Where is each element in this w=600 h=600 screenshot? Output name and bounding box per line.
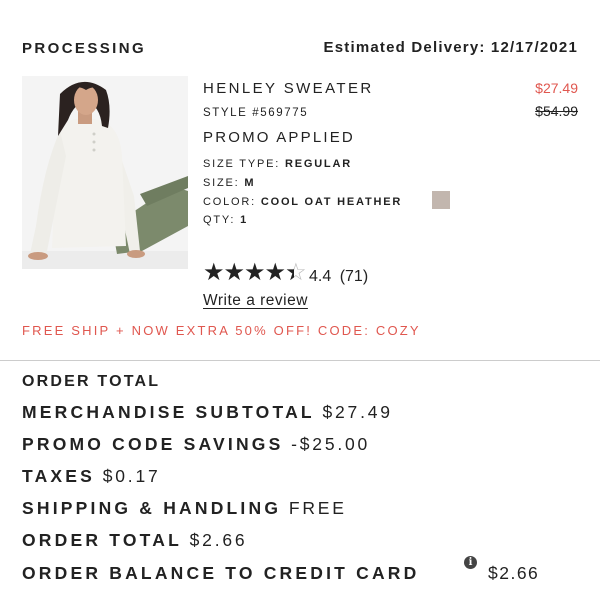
promo-savings-value: -$25.00 [291, 434, 371, 454]
order-balance-label: ORDER BALANCE TO CREDIT CARD [22, 563, 420, 583]
product-photo-illustration [22, 76, 188, 269]
qty-label: QTY: [203, 214, 236, 226]
size-label: SIZE: [203, 177, 240, 189]
color-row: COLOR: COOL OAT HEATHER [203, 196, 402, 208]
order-balance-value: $2.66 [488, 563, 540, 583]
write-review-link[interactable]: Write a review [203, 292, 308, 310]
taxes-row: TAXES $0.17 [22, 466, 161, 487]
star-icon: ★ [264, 259, 286, 286]
color-value: COOL OAT HEATHER [260, 196, 403, 208]
promo-savings-label: PROMO CODE SAVINGS [22, 434, 284, 454]
original-price: $54.99 [535, 103, 578, 119]
star-icon: ★ [244, 259, 265, 286]
merchandise-subtotal-label: MERCHANDISE SUBTOTAL [22, 402, 315, 422]
rating-value: 4.4 [309, 268, 332, 285]
shipping-label: SHIPPING & HANDLING [22, 498, 282, 518]
star-icon: ★ [203, 259, 224, 286]
product-name[interactable]: HENLEY SWEATER [203, 80, 374, 97]
order-total-heading: ORDER TOTAL [22, 373, 161, 390]
shipping-row: SHIPPING & HANDLING FREE [22, 498, 347, 519]
color-swatch [432, 191, 450, 209]
shipping-value: FREE [288, 498, 347, 518]
order-total-value: $2.66 [189, 530, 248, 550]
size-type-row: SIZE TYPE: REGULAR [203, 158, 352, 170]
rating-stars: ★★★★☆★ [203, 258, 307, 287]
size-type-label: SIZE TYPE: [203, 158, 281, 170]
star-icon: ★ [223, 259, 245, 286]
taxes-label: TAXES [22, 466, 96, 486]
estimated-delivery: Estimated Delivery: 12/17/2021 [323, 39, 578, 56]
merchandise-subtotal-value: $27.49 [322, 402, 393, 422]
product-style-number: STYLE #569775 [203, 107, 309, 119]
half-star-icon: ☆★ [285, 259, 306, 286]
product-image[interactable] [22, 76, 188, 269]
merchandise-subtotal-row: MERCHANDISE SUBTOTAL $27.49 [22, 402, 393, 423]
review-count: (71) [339, 268, 369, 285]
size-type-value: REGULAR [284, 158, 352, 170]
promo-banner: FREE SHIP + NOW EXTRA 50% OFF! CODE: COZ… [22, 323, 421, 338]
qty-value: 1 [240, 214, 249, 226]
sale-price: $27.49 [535, 80, 578, 96]
order-total-row: ORDER TOTAL $2.66 [22, 530, 247, 551]
order-total-label: ORDER TOTAL [22, 530, 182, 550]
rating-summary: 4.4 (71) [309, 268, 368, 286]
size-value: M [244, 177, 256, 189]
order-balance-row: ORDER BALANCE TO CREDIT CARD [22, 563, 419, 584]
size-row: SIZE: M [203, 177, 255, 189]
info-circle-icon[interactable]: i [464, 556, 477, 569]
color-label: COLOR: [203, 196, 256, 208]
order-status: PROCESSING [22, 40, 147, 57]
promo-applied-label: PROMO APPLIED [203, 129, 355, 146]
promo-savings-row: PROMO CODE SAVINGS -$25.00 [22, 434, 370, 455]
taxes-value: $0.17 [102, 466, 161, 486]
qty-row: QTY: 1 [203, 214, 248, 226]
section-divider [0, 360, 600, 361]
